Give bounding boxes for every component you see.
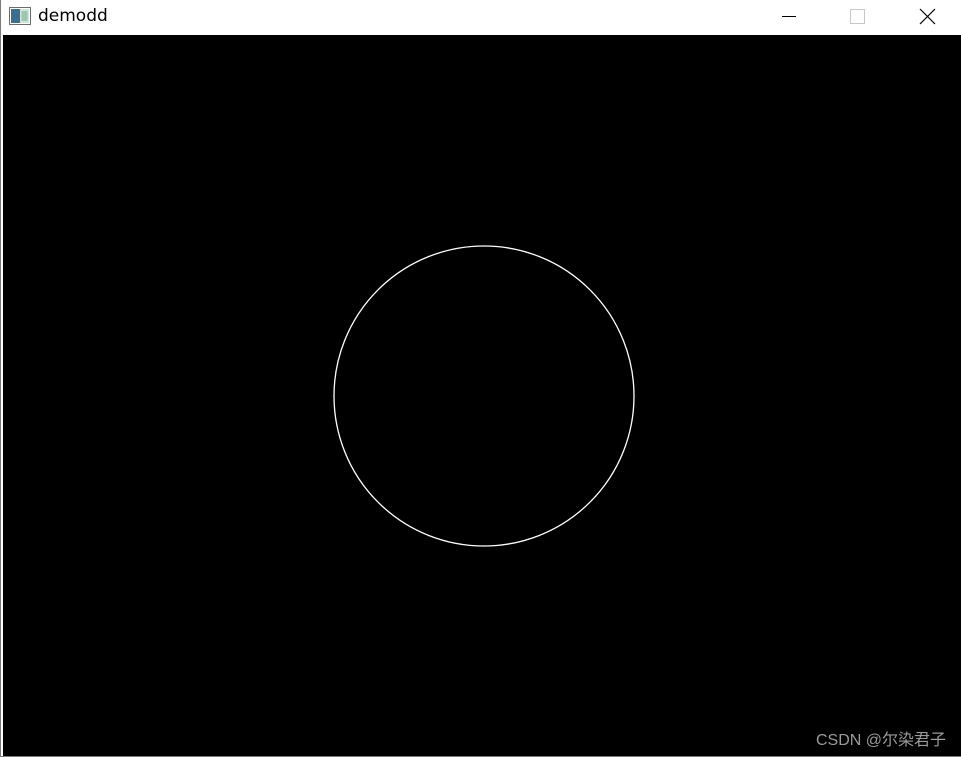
- drawing-canvas[interactable]: CSDN @尔染君子: [3, 35, 961, 756]
- white-circle: [333, 245, 635, 547]
- maximize-icon: [850, 9, 865, 24]
- app-icon: [9, 7, 31, 25]
- minimize-button[interactable]: [766, 0, 812, 34]
- app-window: demodd CSDN @尔染君子: [0, 0, 961, 757]
- close-icon: [919, 8, 936, 25]
- minimize-icon: [782, 16, 796, 17]
- watermark-text: CSDN @尔染君子: [815, 732, 946, 749]
- title-bar[interactable]: demodd: [2, 0, 961, 34]
- close-button[interactable]: [904, 0, 950, 34]
- maximize-button[interactable]: [834, 0, 880, 34]
- canvas-drawing: [333, 245, 635, 547]
- window-title: demodd: [38, 6, 108, 26]
